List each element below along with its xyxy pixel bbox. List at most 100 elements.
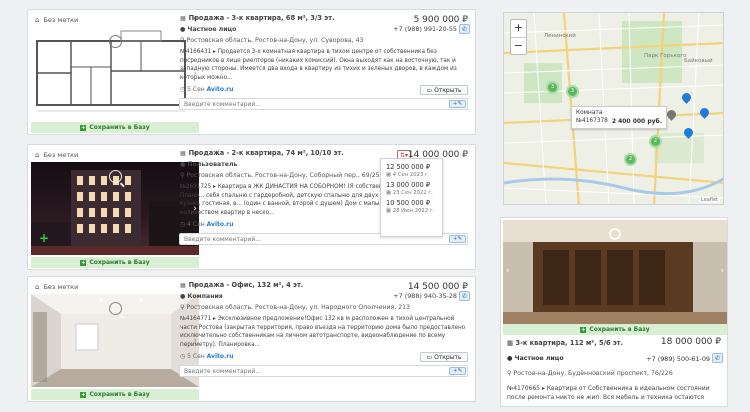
side-listing-card: ‹ › + Сохранить в Базу ▦ 3-к квартира, 11… [500,217,728,407]
save-label: Сохранить в Базу [589,326,650,333]
tag-icon: ⌂ [35,282,40,291]
listing-description: №2691725 ▸ Квартира в ЖК ДИНАСТИЯ НА СОБ… [180,184,400,216]
history-date: 28 Июн 2022 г. [392,208,435,214]
agent-name: Частное лицо [187,26,237,33]
map-popup: Комната №4167378 2 400 000 руб. [571,106,667,129]
zoom-icon[interactable] [109,35,122,48]
listing-media: ⌂ Без метки ▾ + › + Сохранить в Базу [31,148,199,268]
open-label: Открыть [434,354,462,361]
save-to-db-button[interactable]: + Сохранить в Базу [503,324,727,335]
zoom-icon[interactable] [109,170,122,183]
listing-photo[interactable]: › [31,294,199,387]
listing-card: ⌂ Без метки ▾ › + Сохранить в Базу ▦ Прода… [27,9,476,135]
calendar-icon: ▦ [386,208,392,214]
popup-price: 2 400 000 руб. [611,118,662,125]
history-date: 4 Сен 2023 г. [392,172,430,178]
listing-description: №4170665 ▸ Квартира от Собственника в ид… [507,385,710,401]
listing-title-text: 3-к квартира, 112 м², 5/6 эт. [515,339,624,347]
user-icon: ● [180,293,186,300]
building-icon: ▦ [507,339,514,347]
phone-number[interactable]: +7 (988) 940-35-28 [393,291,457,302]
listing-age: 5 Сен [187,353,205,360]
tag-label: Без метки [43,150,79,159]
listing-photo[interactable]: › [31,27,199,120]
calendar-icon: ▦ [386,190,392,196]
agent-name: Компания [187,293,223,300]
source-link[interactable]: Avito.ru [207,86,234,93]
map-attribution[interactable]: Leaflet [698,197,720,203]
map-cluster-marker[interactable]: 3 [566,85,579,98]
svg-text:+: + [39,231,49,245]
user-icon: ● [180,161,186,168]
tag-selector[interactable]: ⌂ Без метки ▾ [31,13,199,26]
zoom-out-button[interactable]: − [511,37,526,54]
save-to-db-button[interactable]: + Сохранить в Базу [31,389,199,400]
open-button[interactable]: ▭ Открыть [420,352,468,362]
building-icon: ▦ [180,282,186,289]
phone-call-button[interactable]: ✆ [459,291,470,301]
phone-call-button[interactable]: ✆ [712,353,723,363]
save-label: Сохранить в Базу [89,124,150,131]
listing-title[interactable]: ▦ 3-к квартира, 112 м², 5/6 эт. [507,339,623,347]
calendar-icon: ▦ [386,172,392,178]
listing-description: №4166431 ▸ Продается 3-х комнатная кварт… [180,49,457,81]
price-history-item: 12 500 000 ₽ ▦ 4 Сен 2023 г. [386,163,437,178]
map-cluster-marker[interactable]: 2 [624,153,637,166]
history-price: 13 000 000 ₽ [386,181,431,189]
prev-photo-icon[interactable]: ‹ [506,266,510,276]
map-cluster-marker[interactable]: 3 [546,81,559,94]
listing-photo[interactable]: ‹ › [503,220,727,324]
listing-description: №4164771 ▸ Эксклюзивное предложение!Офис… [180,316,466,348]
source-link[interactable]: Avito.ru [207,353,234,360]
price-history-item: 10 500 000 ₽ ▦ 28 Июн 2022 г. [386,199,437,214]
phone-number[interactable]: +7 (989) 500-61-09 [646,355,710,363]
location-pin-icon: ⚲ [180,37,185,44]
comment-placeholder: Введите комментарий... [184,236,261,243]
phone-number[interactable]: +7 (988) 991-20-55 [393,24,457,35]
listing-photo[interactable]: + › [31,162,199,255]
price-history-dropdown: 12 500 000 ₽ ▦ 4 Сен 2023 г. 13 000 000 … [380,158,443,237]
listing-title-text: Продажа - Офис, 132 м², 4 эт. [188,281,304,289]
comment-input[interactable]: Введите комментарий... +✎ [179,98,468,110]
save-label: Сохранить в Базу [89,391,150,398]
zoom-controls: + − [510,19,527,55]
tag-icon: ⌂ [35,15,40,24]
location-pin-icon: ⚲ [180,304,185,311]
tag-label: Без метки [43,15,79,24]
listing-media: ⌂ Без метки ▾ › + Сохранить в Базу [31,13,199,133]
map-label: Парк Горького [644,53,687,59]
save-to-db-button[interactable]: + Сохранить в Базу [31,122,199,133]
add-comment-button[interactable]: +✎ [449,235,466,243]
clock-icon: ◷ [180,221,186,228]
save-to-db-button[interactable]: + Сохранить в Базу [31,257,199,268]
zoom-in-button[interactable]: + [511,20,526,37]
zoom-icon[interactable] [109,302,122,315]
building-icon: ▦ [180,150,186,157]
comment-input[interactable]: Введите комментарий... +✎ [179,365,468,377]
phone-call-button[interactable]: ✆ [459,24,470,34]
listing-address: Ростов-на-Дону, Будённовский проспект, 7… [513,370,673,377]
add-comment-button[interactable]: +✎ [449,367,466,375]
comment-placeholder: Введите комментарий... [184,368,261,375]
map-label: Ленинский [544,33,576,39]
next-photo-icon[interactable]: › [720,266,724,276]
map-cluster-marker[interactable]: 2 [649,135,662,148]
clock-icon: ◷ [180,353,186,360]
clock-icon: ◷ [180,86,186,93]
plus-icon: + [580,327,587,333]
agent-name: Пользователь [187,161,238,168]
plus-icon: + [80,124,87,131]
add-comment-button[interactable]: +✎ [449,100,466,108]
tag-selector[interactable]: ⌂ Без метки ▾ [31,280,199,293]
listing-age: 4 Сен [187,221,205,228]
price-history-item: 13 000 000 ₽ ▦ 23 Сен 2022 г. [386,181,437,196]
open-button[interactable]: ▭ Открыть [420,85,468,95]
map-label: Байковый [684,58,713,64]
save-label: Сохранить в Базу [89,259,150,266]
tag-selector[interactable]: ⌂ Без метки ▾ [31,148,199,161]
agent-name: Частное лицо [514,355,564,362]
history-price: 10 500 000 ₽ [386,199,431,207]
map[interactable]: + − Парк Горького Ленинский Байковый 3 3… [503,12,724,205]
source-link[interactable]: Avito.ru [207,221,234,228]
history-date: 23 Сен 2022 г. [392,190,433,196]
